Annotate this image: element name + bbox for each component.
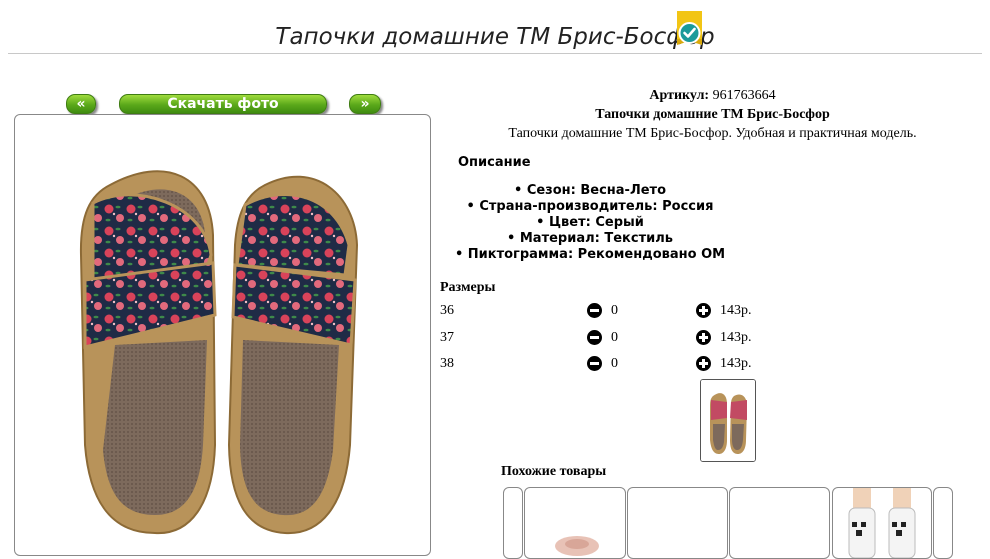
main-product-photo[interactable] — [14, 114, 431, 556]
similar-product-card[interactable] — [832, 487, 932, 559]
similar-scroll-left[interactable] — [503, 487, 523, 559]
attribute-item: Сезон: Весна-Лето — [440, 183, 740, 199]
product-short-description: Тапочки домашние ТМ Брис-Босфор. Удобная… — [508, 126, 917, 141]
article-line: Артикул: 961763664 — [435, 88, 990, 104]
similar-scroll-right[interactable] — [933, 487, 953, 559]
increase-quantity-icon[interactable] — [696, 330, 711, 345]
increase-quantity-icon[interactable] — [696, 356, 711, 371]
size-price: 143р. — [720, 303, 752, 318]
quantity-value: 0 — [611, 303, 618, 318]
header-divider — [8, 53, 982, 54]
size-row: 36 0 143р. — [440, 301, 770, 321]
next-photo-button[interactable]: » — [349, 94, 381, 114]
verified-badge-icon — [677, 11, 702, 45]
attribute-list: Сезон: Весна-Лето Страна-производитель: … — [440, 183, 740, 263]
attribute-item: Цвет: Серый — [440, 215, 740, 231]
attribute-item: Пиктограмма: Рекомендовано ОМ — [440, 247, 740, 263]
size-price: 143р. — [720, 356, 752, 371]
size-value: 38 — [440, 356, 454, 371]
slippers-image — [79, 170, 359, 535]
similar-product-card[interactable] — [524, 487, 626, 559]
decrease-quantity-icon[interactable] — [587, 330, 602, 345]
similar-product-card[interactable] — [627, 487, 728, 559]
page-title: Тапочки домашние ТМ Брис-Босфор — [275, 24, 715, 50]
product-thumbnail[interactable] — [700, 379, 756, 462]
previous-photo-button[interactable]: « — [66, 94, 96, 114]
quantity-value: 0 — [611, 330, 618, 345]
size-value: 36 — [440, 303, 454, 318]
article-label: Артикул: — [649, 88, 710, 103]
description-heading: Описание — [458, 155, 531, 170]
similar-products-heading: Похожие товары — [501, 464, 607, 479]
slippers-thumbnail-image — [701, 380, 755, 461]
similar-product-card[interactable] — [729, 487, 830, 559]
page-header: Тапочки домашние ТМ Брис-Босфор — [0, 0, 990, 54]
article-value: 961763664 — [712, 88, 776, 103]
size-value: 37 — [440, 330, 454, 345]
similar-product-image — [555, 536, 599, 556]
attribute-item: Страна-производитель: Россия — [440, 199, 740, 215]
decrease-quantity-icon[interactable] — [587, 356, 602, 371]
sizes-heading: Размеры — [440, 280, 496, 295]
size-row: 38 0 143р. — [440, 354, 770, 374]
size-row: 37 0 143р. — [440, 328, 770, 348]
product-name: Тапочки домашние ТМ Брис-Босфор — [595, 107, 830, 122]
quantity-value: 0 — [611, 356, 618, 371]
decrease-quantity-icon[interactable] — [587, 303, 602, 318]
similar-product-image — [848, 488, 916, 558]
size-price: 143р. — [720, 330, 752, 345]
download-photo-button[interactable]: Скачать фото — [119, 94, 327, 114]
attribute-item: Материал: Текстиль — [440, 231, 740, 247]
increase-quantity-icon[interactable] — [696, 303, 711, 318]
